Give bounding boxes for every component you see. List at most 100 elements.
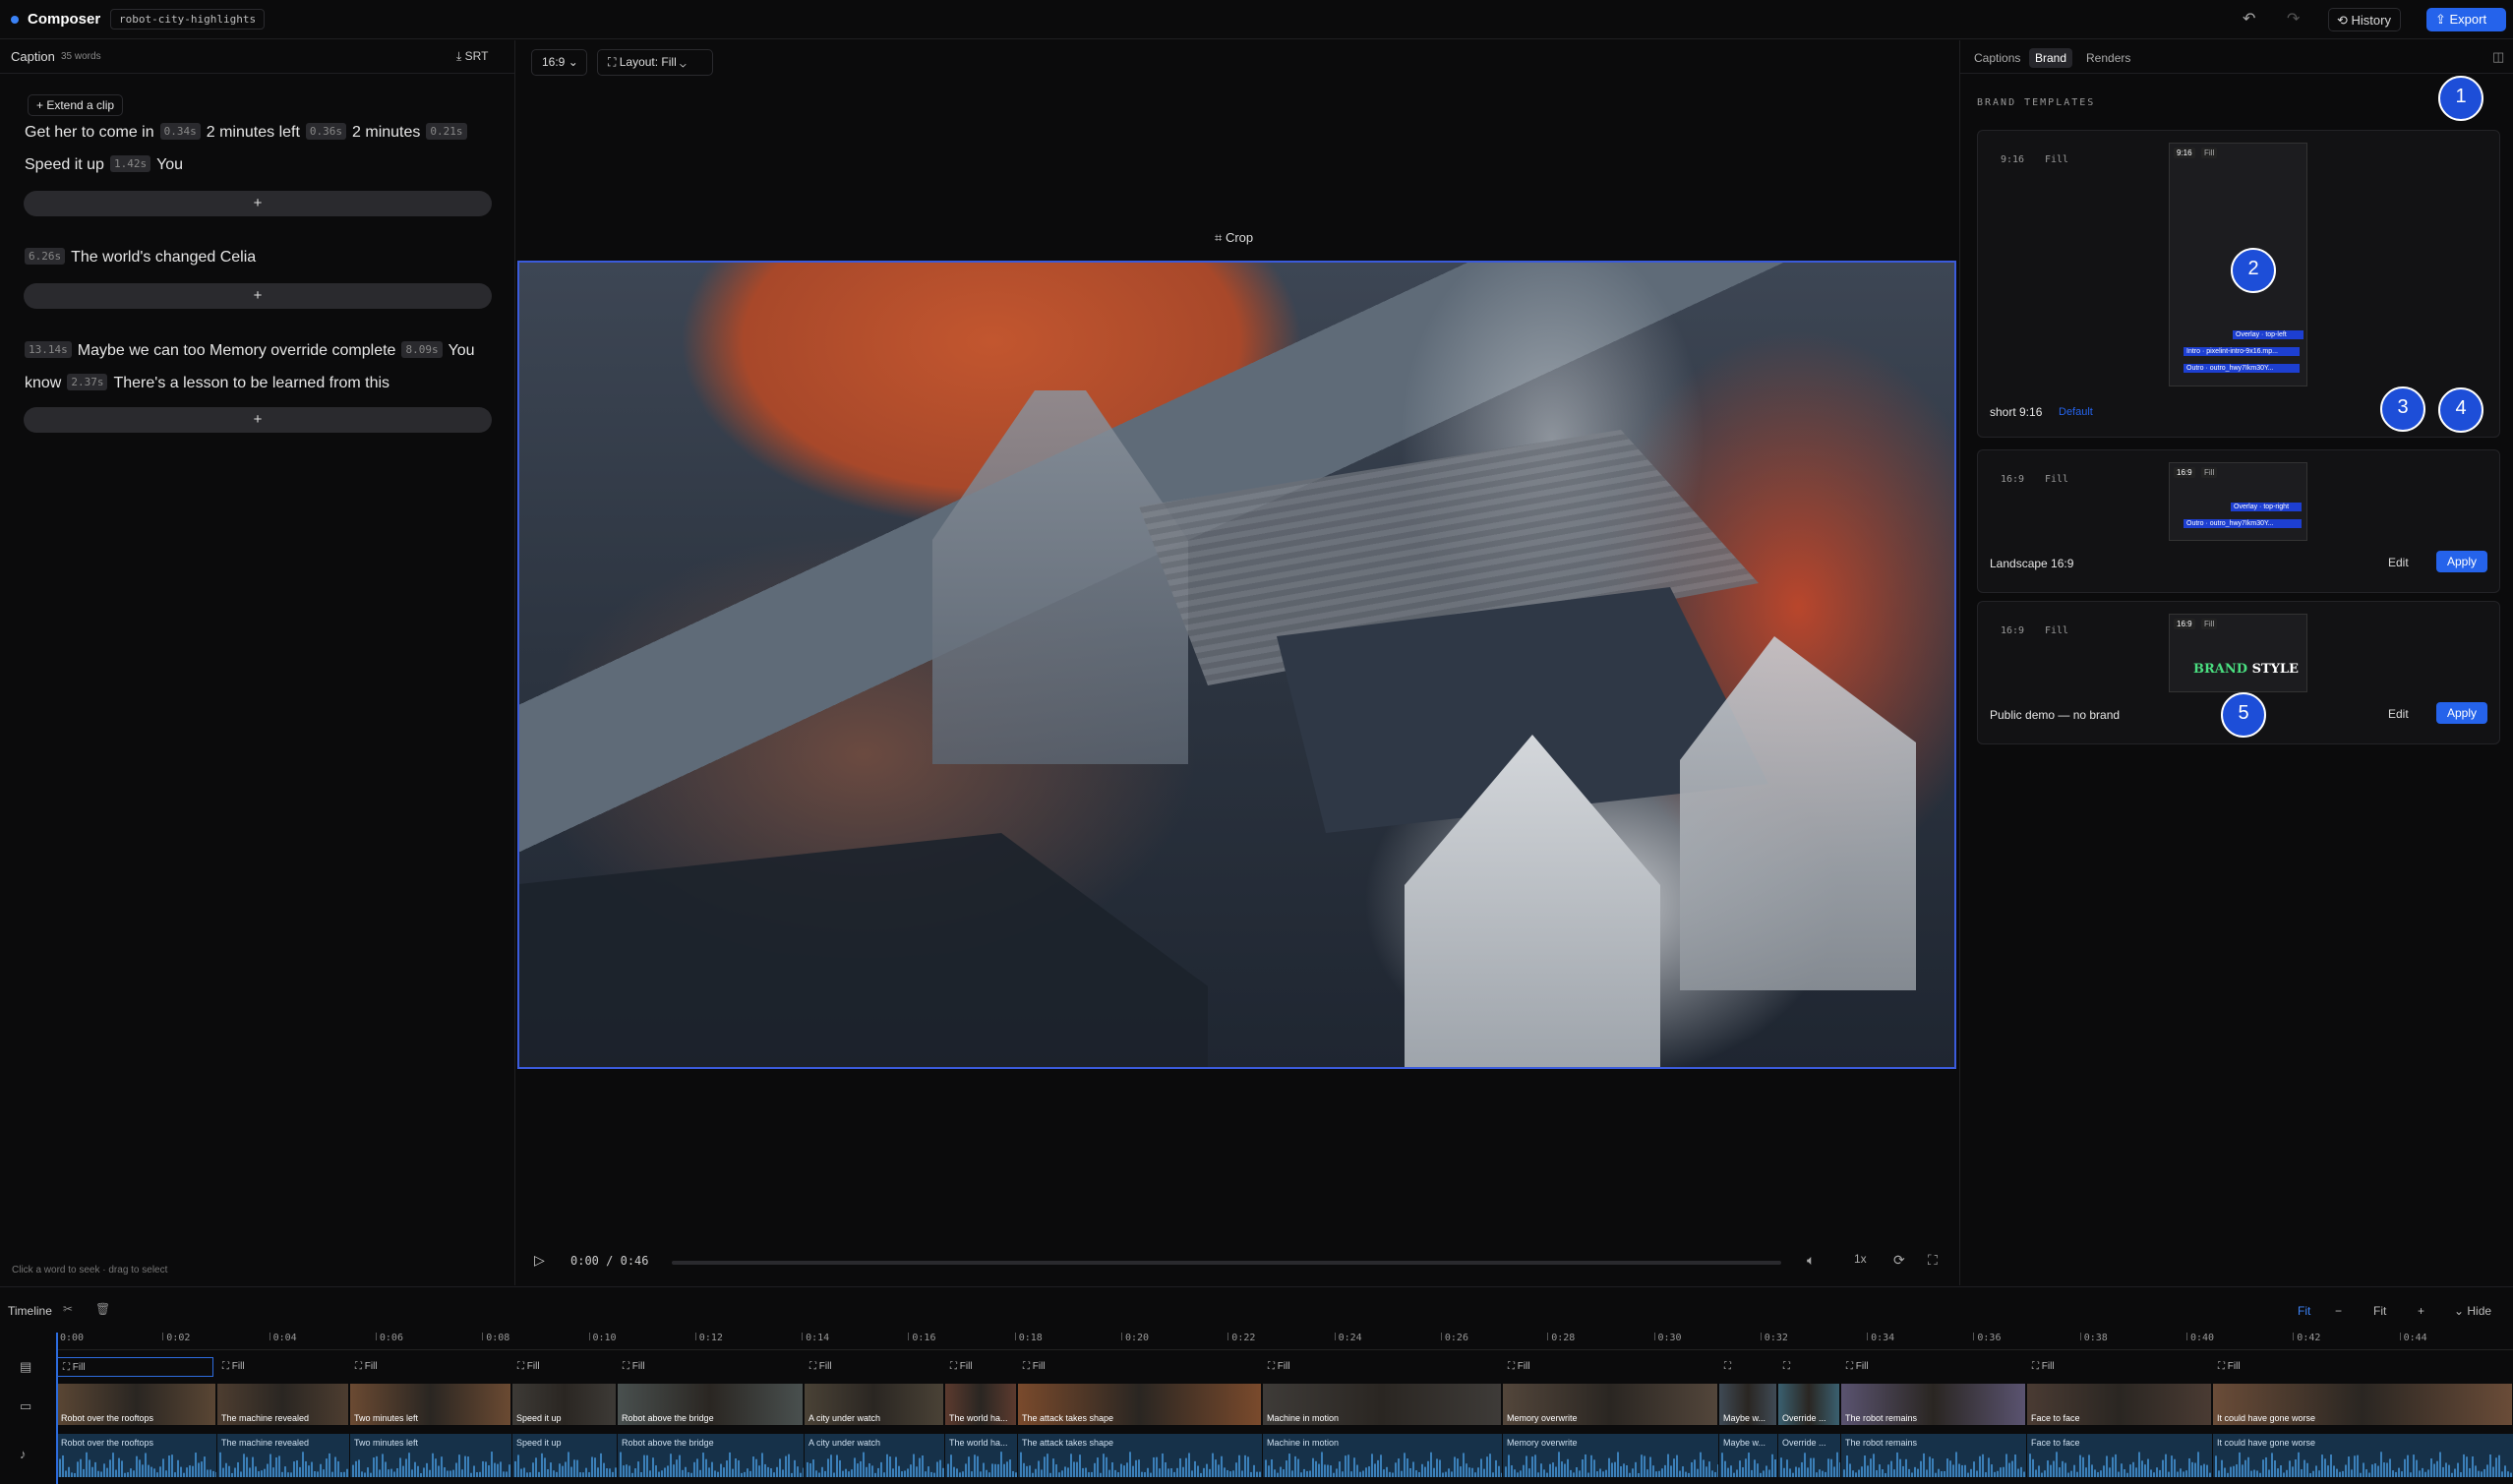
audio-clip[interactable]: Robot over the rooftops: [56, 1434, 216, 1477]
caption-words[interactable]: 2 minutes: [352, 124, 420, 141]
apply-button[interactable]: Apply: [2436, 551, 2487, 572]
volume-icon[interactable]: 🔈︎: [1807, 1252, 1815, 1269]
video-frame[interactable]: [517, 261, 1956, 1069]
audio-clip[interactable]: It could have gone worse: [2212, 1434, 2513, 1477]
edit-button[interactable]: Edit: [2388, 707, 2409, 721]
tab-captions[interactable]: Captions: [1968, 48, 2026, 68]
loop-icon[interactable]: ⟳: [1893, 1252, 1905, 1269]
add-caption-button[interactable]: +: [24, 407, 492, 433]
caption-words[interactable]: Maybe we can too Memory override complet…: [78, 342, 396, 359]
template-card-landscape[interactable]: 16:9 Fill 16:9 Fill Overlay · top-right …: [1977, 449, 2500, 593]
layout-segment[interactable]: ⛶ Fill: [804, 1357, 944, 1377]
fit-button[interactable]: Fit: [2298, 1304, 2310, 1318]
pause-gap-badge[interactable]: 2.37s: [67, 374, 108, 390]
undo-icon[interactable]: ↶: [2243, 8, 2266, 31]
delete-icon[interactable]: 🗑︎: [95, 1302, 110, 1316]
video-clip[interactable]: Override ...: [1777, 1383, 1840, 1426]
layout-segment[interactable]: ⛶: [1718, 1357, 1777, 1377]
video-clip[interactable]: Maybe w...: [1718, 1383, 1777, 1426]
layout-segment[interactable]: ⛶ Fill: [2212, 1357, 2513, 1377]
audio-clip[interactable]: Override ...: [1777, 1434, 1840, 1477]
audio-clip[interactable]: Two minutes left: [349, 1434, 511, 1477]
extend-clip-button[interactable]: + Extend a clip: [28, 94, 124, 116]
audio-clip[interactable]: A city under watch: [804, 1434, 944, 1477]
audio-clip[interactable]: The attack takes shape: [1017, 1434, 1262, 1477]
export-button[interactable]: ⇪ Export: [2426, 8, 2506, 31]
audio-clip[interactable]: The world ha...: [944, 1434, 1017, 1477]
caption-words[interactable]: know: [25, 375, 61, 391]
caption-words[interactable]: Get her to come in: [25, 124, 154, 141]
layout-segment[interactable]: ⛶ Fill: [2026, 1357, 2212, 1377]
pause-gap-badge[interactable]: 1.42s: [109, 155, 151, 172]
srt-download-button[interactable]: ⤓ SRT: [456, 49, 488, 64]
layout-segment[interactable]: ⛶ Fill: [1502, 1357, 1718, 1377]
video-clip[interactable]: Face to face: [2026, 1383, 2212, 1426]
layout-segment[interactable]: ⛶ Fill: [1840, 1357, 2026, 1377]
layout-segment[interactable]: ⛶ Fill: [1262, 1357, 1502, 1377]
pause-gap-badge[interactable]: 13.14s: [25, 341, 72, 358]
layout-segment[interactable]: ⛶ Fill: [944, 1357, 1017, 1377]
apply-button[interactable]: Apply: [2436, 702, 2487, 724]
play-icon[interactable]: ▷: [534, 1252, 545, 1269]
video-clip[interactable]: Robot over the rooftops: [56, 1383, 216, 1426]
add-caption-button[interactable]: +: [24, 191, 492, 216]
video-clip[interactable]: Two minutes left: [349, 1383, 511, 1426]
pause-gap-badge[interactable]: 0.34s: [159, 123, 201, 140]
layout-segment[interactable]: ⛶ Fill: [349, 1357, 511, 1377]
caption-words[interactable]: 2 minutes left: [207, 124, 300, 141]
fullscreen-icon[interactable]: ⛶: [1928, 1252, 1938, 1269]
pause-gap-badge[interactable]: 8.09s: [401, 341, 443, 358]
time-ruler[interactable]: 0:00 0:02 0:04 0:06 0:08 0:10 0:12 0:14 0:16 0:18…: [56, 1333, 2513, 1350]
audio-clip[interactable]: Memory overwrite: [1502, 1434, 1718, 1477]
video-clip[interactable]: The world ha...: [944, 1383, 1017, 1426]
video-clip[interactable]: A city under watch: [804, 1383, 944, 1426]
pause-gap-badge[interactable]: 6.26s: [25, 248, 66, 265]
aspect-select[interactable]: 16:9 ⌄: [531, 49, 587, 76]
audio-clip[interactable]: Face to face: [2026, 1434, 2212, 1477]
audio-clip[interactable]: The robot remains: [1840, 1434, 2026, 1477]
panel-toggle-icon[interactable]: ◫: [2492, 49, 2504, 65]
video-clip[interactable]: It could have gone worse: [2212, 1383, 2513, 1426]
audio-clip[interactable]: Speed it up: [511, 1434, 617, 1477]
seek-bar[interactable]: [672, 1261, 1781, 1265]
layout-segment[interactable]: ⛶ Fill: [617, 1357, 804, 1377]
caption-words[interactable]: There's a lesson to be learned from this: [113, 375, 389, 391]
playhead[interactable]: [56, 1333, 58, 1484]
layout-segment[interactable]: ⛶ Fill: [216, 1357, 349, 1377]
audio-clip[interactable]: Machine in motion: [1262, 1434, 1502, 1477]
layout-segment[interactable]: ⛶ Fill: [1017, 1357, 1262, 1377]
video-clip[interactable]: Memory overwrite: [1502, 1383, 1718, 1426]
redo-icon[interactable]: ↷: [2287, 8, 2310, 31]
speed-button[interactable]: 1x: [1854, 1252, 1867, 1266]
project-name-chip[interactable]: robot-city-highlights: [110, 9, 266, 30]
layout-segment[interactable]: ⛶: [1777, 1357, 1840, 1377]
audio-clip[interactable]: The machine revealed: [216, 1434, 349, 1477]
pause-gap-badge[interactable]: 0.21s: [426, 123, 467, 140]
audio-clip[interactable]: Maybe w...: [1718, 1434, 1777, 1477]
video-clip[interactable]: Speed it up: [511, 1383, 617, 1426]
caption-words[interactable]: Speed it up: [25, 156, 104, 173]
tab-brand[interactable]: Brand: [2029, 48, 2073, 68]
video-clip[interactable]: Machine in motion: [1262, 1383, 1502, 1426]
video-clip[interactable]: The attack takes shape: [1017, 1383, 1262, 1426]
pause-gap-badge[interactable]: 0.36s: [305, 123, 347, 140]
layout-segment[interactable]: ⛶ Fill: [56, 1357, 213, 1377]
caption-words[interactable]: You: [156, 156, 183, 173]
add-caption-button[interactable]: +: [24, 283, 492, 309]
hide-timeline-button[interactable]: ⌄ Hide: [2454, 1304, 2491, 1318]
video-clip[interactable]: Robot above the bridge: [617, 1383, 804, 1426]
tab-renders[interactable]: Renders: [2080, 48, 2136, 68]
audio-clip[interactable]: Robot above the bridge: [617, 1434, 804, 1477]
video-clip[interactable]: The robot remains: [1840, 1383, 2026, 1426]
zoom-out-icon[interactable]: −: [2335, 1304, 2342, 1318]
caption-words[interactable]: The world's changed Celia: [71, 249, 256, 266]
layout-segment[interactable]: ⛶ Fill: [511, 1357, 617, 1377]
edit-button[interactable]: Edit: [2388, 556, 2409, 569]
video-clip[interactable]: The machine revealed: [216, 1383, 349, 1426]
history-button[interactable]: ⟲ History: [2328, 8, 2401, 31]
caption-words[interactable]: You: [449, 342, 475, 359]
layout-select[interactable]: ⛶ Layout: Fill ⌄: [597, 49, 713, 76]
zoom-in-icon[interactable]: +: [2418, 1304, 2424, 1318]
crop-button[interactable]: ⌗ Crop: [1215, 230, 1253, 246]
split-icon[interactable]: ✂: [63, 1302, 73, 1316]
